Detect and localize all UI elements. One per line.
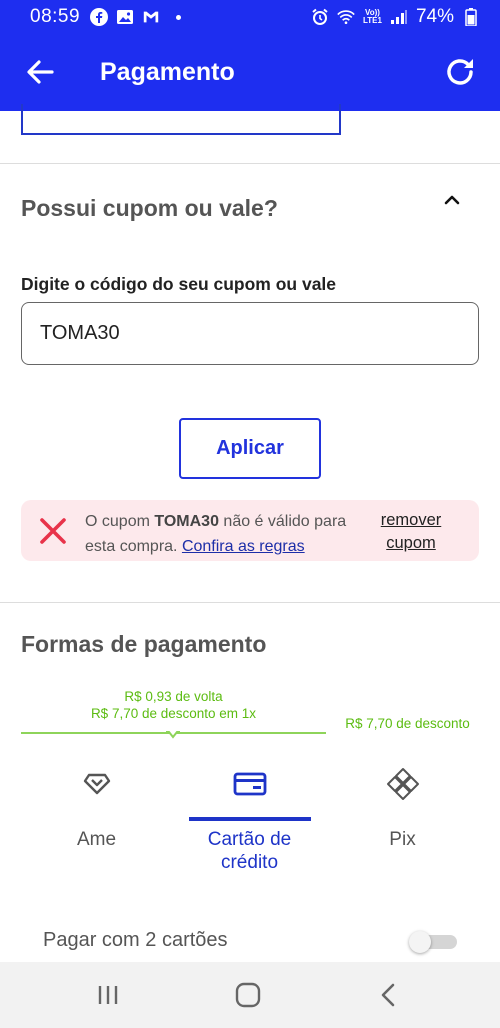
- home-button[interactable]: [228, 980, 268, 1010]
- arrow-left-icon: [27, 60, 54, 84]
- recent-apps-icon: [98, 986, 118, 1004]
- coupon-input-label: Digite o código do seu cupom ou vale: [21, 274, 337, 294]
- gallery-icon: [116, 8, 134, 26]
- refresh-icon: [447, 59, 473, 85]
- section-divider: [0, 163, 500, 164]
- two-cards-label: Pagar com 2 cartões: [43, 929, 228, 951]
- status-bar: 08:59 Vo)) LTE1 74%: [0, 0, 500, 34]
- previous-section-input[interactable]: [21, 104, 341, 135]
- system-back-button[interactable]: [368, 980, 408, 1010]
- error-x-icon: [40, 518, 66, 544]
- battery-percentage: 74%: [415, 6, 454, 27]
- app-bar: Pagamento: [0, 34, 500, 111]
- signal-icon: [390, 8, 408, 26]
- check-rules-link[interactable]: Confira as regras: [182, 538, 305, 555]
- battery-icon: [462, 8, 480, 26]
- active-tab-indicator: [189, 817, 311, 821]
- alarm-icon: [311, 8, 329, 26]
- back-button[interactable]: [24, 56, 56, 88]
- more-notifications-dot-icon: [176, 14, 182, 20]
- recent-apps-button[interactable]: [88, 980, 128, 1010]
- facebook-icon: [90, 8, 109, 26]
- chevron-up-icon[interactable]: [438, 188, 466, 212]
- tab-ame[interactable]: Ame: [34, 760, 159, 880]
- refresh-button[interactable]: [442, 54, 478, 90]
- promo-text-pix: R$ 7,70 de desconto: [345, 716, 470, 731]
- gmail-icon: [142, 8, 160, 26]
- tab-label: Cartão de crédito: [207, 829, 292, 873]
- coupon-input[interactable]: [21, 302, 479, 365]
- coupon-error-text: O cupom TOMA30 não é válido para esta co…: [85, 513, 347, 555]
- payment-methods-title: Formas de pagamento: [21, 631, 267, 657]
- volte-indicator: Vo)) LTE1: [363, 8, 382, 25]
- system-navigation-bar: [0, 962, 500, 1028]
- home-icon: [235, 982, 261, 1008]
- chevron-left-icon: [381, 983, 395, 1007]
- promo-text-ame: R$ 0,93 de volta R$ 7,70 de desconto em …: [90, 689, 257, 721]
- coupon-error-code: TOMA30: [154, 513, 219, 530]
- promo-pointer-icon: [166, 731, 180, 739]
- pix-icon: [385, 768, 421, 800]
- ame-heart-icon: [79, 768, 115, 800]
- coupon-section-title: Possui cupom ou vale?: [21, 195, 278, 221]
- remove-coupon-link[interactable]: remover cupom: [373, 509, 449, 555]
- credit-card-icon: [232, 768, 268, 800]
- coupon-error-message: O cupom TOMA30 não é válido para esta co…: [21, 500, 479, 561]
- section-divider: [0, 602, 500, 603]
- tab-label: Ame: [76, 829, 117, 850]
- tab-label: Pix: [389, 829, 416, 850]
- page-title: Pagamento: [100, 58, 235, 86]
- wifi-icon: [337, 8, 355, 26]
- status-time: 08:59: [30, 6, 81, 27]
- apply-coupon-button[interactable]: Aplicar: [179, 418, 321, 479]
- two-cards-toggle[interactable]: [409, 931, 457, 953]
- tab-pix[interactable]: Pix: [340, 760, 465, 880]
- toggle-thumb: [409, 931, 431, 953]
